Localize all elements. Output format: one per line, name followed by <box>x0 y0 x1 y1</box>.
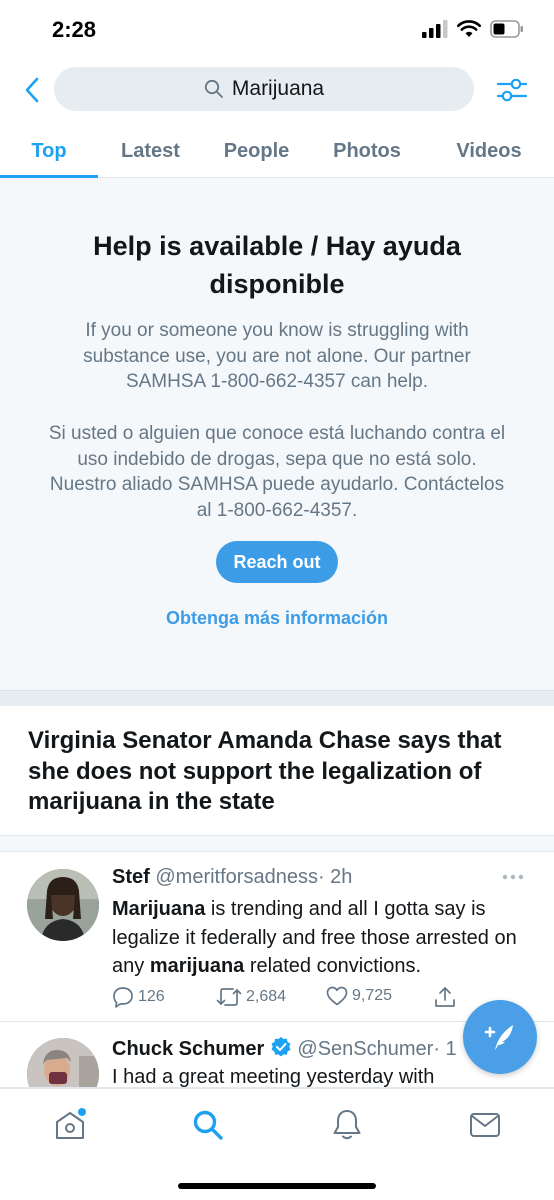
search-header: Marijuana <box>0 62 554 118</box>
nav-notifications[interactable] <box>327 1105 367 1145</box>
help-prompt-card: Help is available / Hay ayuda disponible… <box>0 178 554 690</box>
reply-count: 126 <box>138 988 165 1005</box>
like-count: 9,725 <box>352 987 393 1004</box>
section-divider <box>0 836 554 852</box>
more-icon[interactable] <box>502 874 524 880</box>
retweet-button[interactable]: 2,684 <box>216 986 286 1008</box>
tweet-text-highlight: Marijuana <box>112 898 206 920</box>
tweet-time: · 2h <box>317 866 353 888</box>
compose-tweet-button[interactable] <box>463 1000 537 1074</box>
help-body-spanish: Si usted o alguien que conoce está lucha… <box>48 423 506 521</box>
search-input[interactable]: Marijuana <box>54 67 474 111</box>
search-icon <box>204 79 223 98</box>
search-filter-button[interactable] <box>496 74 528 106</box>
search-tabs: Top Latest People Photos Videos <box>0 125 554 178</box>
retweet-icon <box>216 988 242 1006</box>
tweet-author-name[interactable]: Chuck Schumer <box>112 1038 264 1060</box>
bottom-navigation <box>0 1088 554 1200</box>
wifi-icon <box>457 20 481 37</box>
tweet-text-highlight: marijuana <box>149 955 245 977</box>
tweet-text: I had a great meeting yesterday with <box>112 1066 435 1088</box>
tweet-text: Marijuana is trending and all I gotta sa… <box>112 895 530 981</box>
back-button[interactable] <box>18 74 46 106</box>
search-icon <box>193 1110 223 1140</box>
tweet-text-segment: related convictions. <box>244 955 422 977</box>
status-icons <box>422 20 524 38</box>
nav-messages[interactable] <box>465 1105 505 1145</box>
chevron-left-icon <box>25 77 39 103</box>
tab-latest[interactable]: Latest <box>98 125 203 177</box>
reply-icon <box>113 987 133 1008</box>
tab-photos[interactable]: Photos <box>310 125 424 177</box>
nav-explore[interactable] <box>188 1105 228 1145</box>
headline-text: Virginia Senator Amanda Chase says that … <box>28 727 502 815</box>
share-button[interactable] <box>434 986 456 1008</box>
tweet-author-handle[interactable]: @meritforsadness <box>155 866 318 888</box>
tweet-actions: 126 2,684 9,725 <box>112 986 462 1012</box>
tweet-time: · 1 <box>433 1038 457 1060</box>
battery-icon <box>490 20 523 38</box>
more-info-link[interactable]: Obtenga más información <box>0 608 554 629</box>
avatar[interactable] <box>27 869 99 941</box>
tweet-author-name[interactable]: Stef <box>112 866 150 888</box>
reach-out-button[interactable]: Reach out <box>216 541 338 583</box>
status-bar: 2:28 <box>0 0 554 60</box>
home-indicator <box>178 1183 376 1189</box>
reply-button[interactable]: 126 <box>112 986 165 1008</box>
help-body-english: If you or someone you know is struggling… <box>83 320 471 392</box>
sliders-icon <box>496 78 528 102</box>
compose-tweet-icon <box>484 1025 513 1050</box>
section-divider <box>0 690 554 706</box>
avatar-image <box>27 869 99 941</box>
share-icon <box>435 987 455 1007</box>
tab-videos[interactable]: Videos <box>424 125 554 177</box>
home-icon <box>56 1108 86 1139</box>
verified-badge-icon <box>271 1037 291 1057</box>
avatar-image <box>27 1038 99 1087</box>
like-button[interactable]: 9,725 <box>326 986 392 1006</box>
tweet[interactable]: Stef @meritforsadness· 2h Marijuana is t… <box>0 852 554 1022</box>
tweet-author-handle[interactable]: @SenSchumer <box>297 1038 433 1060</box>
cellular-signal-icon <box>422 20 448 38</box>
avatar[interactable] <box>27 1038 99 1087</box>
search-query: Marijuana <box>231 77 325 100</box>
nav-home[interactable] <box>50 1105 90 1145</box>
mail-icon <box>470 1113 500 1137</box>
tweet-header: Stef @meritforsadness· 2h <box>112 866 534 889</box>
status-time: 2:28 <box>52 17 97 42</box>
news-headline[interactable]: Virginia Senator Amanda Chase says that … <box>0 706 554 836</box>
heart-icon <box>326 986 348 1006</box>
tab-top[interactable]: Top <box>0 125 98 178</box>
retweet-count: 2,684 <box>246 988 287 1005</box>
help-title: Help is available / Hay ayuda disponible <box>93 231 461 299</box>
bell-icon <box>333 1110 361 1140</box>
tab-people[interactable]: People <box>203 125 310 177</box>
